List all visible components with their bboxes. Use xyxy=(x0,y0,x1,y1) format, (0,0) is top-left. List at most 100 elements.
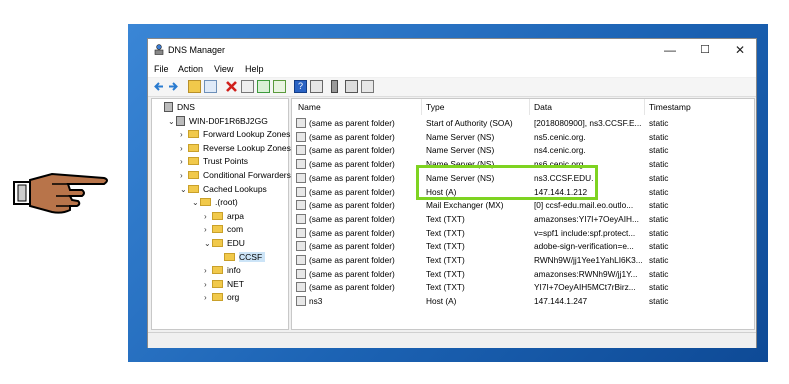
tree-node-label: Trust Points xyxy=(203,156,249,167)
expander-icon[interactable]: › xyxy=(180,169,188,182)
list-icon[interactable] xyxy=(345,80,358,93)
tree-node[interactable]: › com xyxy=(204,223,243,236)
cell-data: amazonses:RWNh9W/jj1Y... xyxy=(534,268,638,279)
cell-ts: static xyxy=(649,255,669,265)
export-icon[interactable] xyxy=(273,80,286,93)
folder-icon xyxy=(224,252,235,261)
column-type[interactable]: Type xyxy=(426,101,444,114)
delete-icon[interactable] xyxy=(225,80,238,93)
cell-data: [2018080900], ns3.CCSF.E... xyxy=(534,118,642,128)
table-row[interactable]: (same as parent folder) Text (TXT) amazons… xyxy=(292,212,754,226)
menu-help[interactable]: Help xyxy=(245,64,264,74)
table-row[interactable]: (same as parent folder) Start of Authorit… xyxy=(292,116,754,130)
expander-icon[interactable]: ⌄ xyxy=(180,183,188,196)
tree-node[interactable]: › NET xyxy=(204,278,244,291)
forward-icon[interactable] xyxy=(167,80,180,93)
tree-node-label: com xyxy=(227,224,244,235)
menu-action[interactable]: Action xyxy=(178,64,203,74)
tree-node-label: Cached Lookups xyxy=(203,183,267,194)
cell-type: Text (TXT) xyxy=(426,268,465,279)
expander-icon[interactable]: › xyxy=(180,155,188,168)
cell-ts: static xyxy=(649,186,669,197)
expander-icon[interactable]: › xyxy=(180,142,188,155)
column-divider[interactable] xyxy=(421,99,422,115)
table-row[interactable]: (same as parent folder) Text (TXT) RWNh9W/… xyxy=(292,253,754,267)
record-icon xyxy=(296,118,306,128)
cell-data: [0] ccsf-edu.mail.eo.outlo... xyxy=(534,200,634,211)
minimize-button[interactable]: — xyxy=(653,41,687,59)
tree-node[interactable]: DNS xyxy=(156,101,195,114)
expander-icon[interactable]: ⌄ xyxy=(192,196,200,209)
back-icon[interactable] xyxy=(152,80,165,93)
table-row[interactable]: (same as parent folder) Mail Exchanger (M… xyxy=(292,198,754,212)
tree-node[interactable]: › Forward Lookup Zones xyxy=(180,128,290,141)
cell-name: (same as parent folder) xyxy=(309,213,395,224)
tree-node[interactable]: ⌄ Cached Lookups xyxy=(180,183,267,196)
refresh-icon[interactable] xyxy=(257,80,270,93)
record-icon xyxy=(296,186,306,197)
tree-node-label: .(root) xyxy=(215,197,238,208)
expander-icon[interactable]: › xyxy=(204,210,212,223)
console-icon[interactable] xyxy=(310,80,323,93)
menu-view[interactable]: View xyxy=(214,64,233,74)
close-button[interactable]: ✕ xyxy=(723,41,757,59)
folder-icon xyxy=(212,279,223,288)
cell-ts: static xyxy=(649,159,669,170)
tree-node[interactable]: › arpa xyxy=(204,210,244,223)
expander-icon[interactable]: › xyxy=(204,278,212,291)
tree-node[interactable]: ⌄ EDU xyxy=(204,237,245,250)
properties-icon[interactable] xyxy=(241,80,254,93)
cell-name: (same as parent folder) xyxy=(309,186,395,197)
tree-node-label: NET xyxy=(227,278,244,289)
record-icon xyxy=(296,131,306,142)
table-row[interactable]: (same as parent folder) Name Server (NS) n… xyxy=(292,143,754,157)
cell-type: Host (A) xyxy=(426,296,457,307)
table-row[interactable]: (same as parent folder) Name Server (NS) n… xyxy=(292,130,754,144)
tree-node[interactable]: › Conditional Forwarders xyxy=(180,169,291,182)
maximize-button[interactable]: ☐ xyxy=(688,41,722,59)
table-row[interactable]: (same as parent folder) Text (TXT) v=spf1 … xyxy=(292,226,754,240)
tree-node[interactable]: › Trust Points xyxy=(180,155,248,168)
cell-type: Text (TXT) xyxy=(426,282,465,293)
expander-icon[interactable]: › xyxy=(180,128,188,141)
column-timestamp[interactable]: Timestamp xyxy=(649,101,691,114)
show-hide-tree-icon[interactable] xyxy=(204,80,217,93)
tree-node[interactable]: › org xyxy=(204,291,239,304)
server-icon[interactable] xyxy=(331,80,338,93)
cell-data: amazonses:YI7I+7OeyAIH... xyxy=(534,213,639,224)
column-divider[interactable] xyxy=(644,99,645,115)
tree-node[interactable]: › info xyxy=(204,264,241,277)
table-row[interactable]: (same as parent folder) Text (TXT) amazons… xyxy=(292,267,754,281)
column-divider[interactable] xyxy=(529,99,530,115)
title-bar: DNS Manager — ☐ ✕ xyxy=(148,39,756,61)
help-icon[interactable]: ? xyxy=(294,80,307,93)
cell-name: (same as parent folder) xyxy=(309,255,395,265)
menu-file[interactable]: File xyxy=(154,64,169,74)
menu-bar: File Action View Help xyxy=(148,61,756,77)
tree-node[interactable]: CCSF xyxy=(216,251,266,264)
record-icon[interactable] xyxy=(361,80,374,93)
expander-icon[interactable]: › xyxy=(204,223,212,236)
table-row[interactable]: ns3 Host (A) 147.144.1.247 static xyxy=(292,294,754,308)
cell-data: adobe-sign-verification=e... xyxy=(534,241,634,252)
up-folder-icon[interactable] xyxy=(188,80,201,93)
column-data[interactable]: Data xyxy=(534,101,552,114)
records-list: Name Type Data Timestamp (same as parent… xyxy=(291,98,755,330)
expander-icon[interactable]: › xyxy=(204,264,212,277)
expander-icon[interactable]: › xyxy=(204,291,212,304)
expander-icon[interactable]: ⌄ xyxy=(168,115,176,128)
table-row[interactable]: (same as parent folder) Text (TXT) YI7I+7O… xyxy=(292,280,754,294)
expander-icon[interactable]: ⌄ xyxy=(204,237,212,250)
tree-node-label: WIN-D0F1R6BJ2GG xyxy=(189,115,268,126)
cell-name: (same as parent folder) xyxy=(309,159,395,170)
table-row[interactable]: (same as parent folder) Text (TXT) adobe-s… xyxy=(292,239,754,253)
tree-node[interactable]: › Reverse Lookup Zones xyxy=(180,142,291,155)
cell-name: (same as parent folder) xyxy=(309,172,395,183)
dns-icon xyxy=(164,102,173,112)
pointing-hand-icon xyxy=(13,172,108,214)
tree-node[interactable]: ⌄ .(root) xyxy=(192,196,238,209)
tree-node[interactable]: ⌄ WIN-D0F1R6BJ2GG xyxy=(168,115,268,128)
tree-node-label: info xyxy=(227,265,241,276)
window-title: DNS Manager xyxy=(168,45,226,55)
column-name[interactable]: Name xyxy=(298,101,321,114)
